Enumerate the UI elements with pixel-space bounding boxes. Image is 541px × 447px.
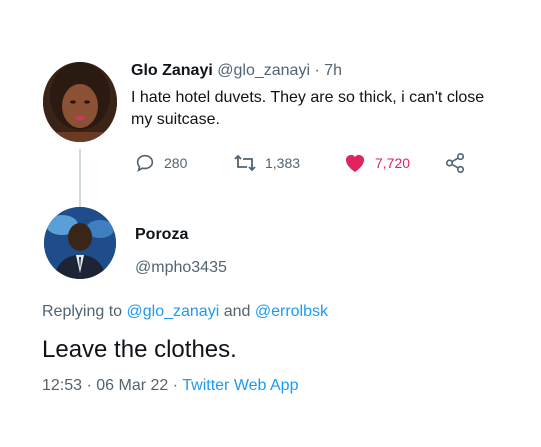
reply-source[interactable]: Twitter Web App <box>182 377 298 394</box>
reply-author-handle[interactable]: @mpho3435 <box>135 259 227 277</box>
profile-photo-icon <box>43 62 117 142</box>
reply-button[interactable]: 280 <box>134 152 187 174</box>
retweet-button[interactable]: 1,383 <box>233 152 300 174</box>
reply-count: 280 <box>164 155 188 171</box>
share-icon <box>445 153 465 173</box>
author-name[interactable]: Glo Zanayi <box>131 62 213 79</box>
meta-separator: · <box>86 377 92 394</box>
heart-icon <box>346 155 364 172</box>
replying-user-link[interactable]: @errolbsk <box>255 303 328 320</box>
replying-prefix: Replying to <box>42 303 123 320</box>
avatar-poroza[interactable] <box>44 207 116 279</box>
reply-icon <box>136 154 154 173</box>
replying-to: Replying to @glo_zanayi and @errolbsk <box>42 303 328 321</box>
reply-metadata: 12:53 · 06 Mar 22 · Twitter Web App <box>42 377 298 395</box>
like-count: 7,720 <box>375 155 411 171</box>
avatar-glo-zanayi[interactable] <box>43 62 117 142</box>
reply-author-name[interactable]: Poroza <box>135 226 188 244</box>
profile-photo-icon <box>44 207 116 279</box>
share-button[interactable] <box>444 152 474 174</box>
tweet-age[interactable]: 7h <box>324 62 342 79</box>
tweet-header: Glo Zanayi @glo_zanayi · 7h <box>131 62 342 80</box>
replying-and: and <box>223 303 251 320</box>
replying-user-link[interactable]: @glo_zanayi <box>127 303 220 320</box>
author-handle[interactable]: @glo_zanayi <box>217 62 310 79</box>
reply-text: Leave the clothes. <box>42 336 237 363</box>
retweet-icon <box>234 154 256 172</box>
header-separator: · <box>314 62 320 79</box>
meta-separator: · <box>172 377 179 394</box>
like-button[interactable]: 7,720 <box>343 152 410 174</box>
retweet-count: 1,383 <box>265 155 301 171</box>
tweet-text: I hate hotel duvets. They are so thick, … <box>131 89 485 128</box>
reply-date[interactable]: 06 Mar 22 <box>96 377 168 394</box>
reply-time[interactable]: 12:53 <box>42 377 82 394</box>
